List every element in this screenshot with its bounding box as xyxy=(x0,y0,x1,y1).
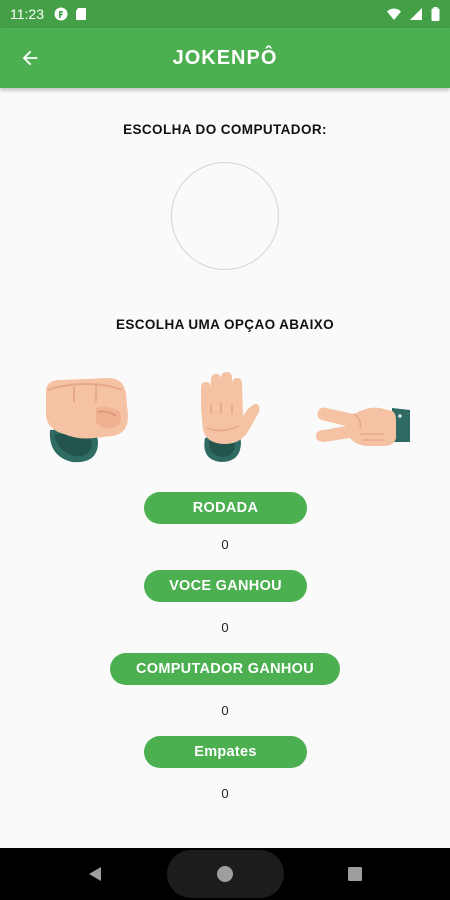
signal-icon xyxy=(410,8,422,20)
nav-home-icon[interactable] xyxy=(216,865,234,883)
app-notification-icon xyxy=(54,7,68,21)
player-wins-count: 0 xyxy=(221,620,229,635)
scissors-hand-icon[interactable] xyxy=(314,380,410,476)
draws-badge: Empates xyxy=(144,736,307,768)
navigation-bar xyxy=(0,848,450,900)
rock-hand-icon[interactable] xyxy=(38,372,134,468)
battery-icon xyxy=(431,7,440,21)
computer-wins-count: 0 xyxy=(221,703,229,718)
wifi-icon xyxy=(387,8,401,20)
round-count: 0 xyxy=(221,537,229,552)
round-badge: RODADA xyxy=(144,492,307,524)
computer-wins-badge: COMPUTADOR GANHOU xyxy=(110,653,340,685)
app-bar: JOKENPÔ xyxy=(0,28,450,88)
status-bar: 11:23 xyxy=(0,0,450,28)
nav-back-icon[interactable] xyxy=(86,865,104,883)
arrow-back-icon xyxy=(22,50,38,66)
sd-card-icon xyxy=(76,8,86,20)
nav-recents-icon[interactable] xyxy=(347,866,363,882)
player-wins-badge: VOCE GANHOU xyxy=(144,570,307,602)
paper-hand-icon[interactable] xyxy=(177,370,273,466)
player-choice-label: ESCOLHA UMA OPÇAO ABAIXO xyxy=(115,317,335,332)
draws-count: 0 xyxy=(221,786,229,801)
computer-choice-image xyxy=(171,162,279,270)
back-button[interactable] xyxy=(12,40,48,76)
computer-choice-label: ESCOLHA DO COMPUTADOR: xyxy=(123,122,327,137)
page-title: JOKENPÔ xyxy=(172,46,278,69)
status-time: 11:23 xyxy=(10,6,44,22)
